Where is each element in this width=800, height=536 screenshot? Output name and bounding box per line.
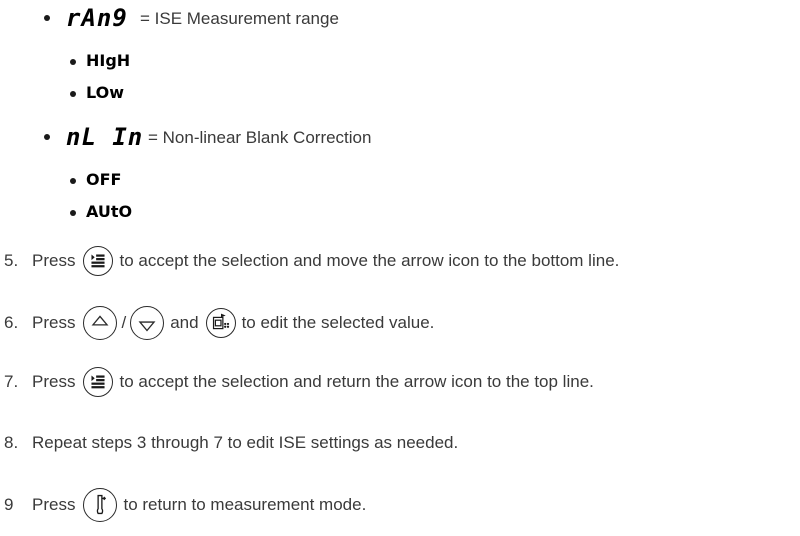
option-label-nonlinear: = Non-linear Blank Correction <box>148 128 372 147</box>
lcd-code-range: rAn9 <box>66 4 128 32</box>
step-text-before: Press <box>32 251 76 270</box>
bullet <box>70 91 76 97</box>
value-high: HIgH <box>86 51 131 70</box>
bullet <box>70 59 76 65</box>
step-8: 8. Repeat steps 3 through 7 to edit ISE … <box>4 433 458 453</box>
step-number: 7. <box>4 372 19 391</box>
step-text-before: Press <box>32 313 76 332</box>
bullet <box>44 15 50 21</box>
lcd-code-nonlinear: nL In <box>66 123 144 151</box>
step-text-after: to accept the selection and return the a… <box>119 372 594 391</box>
step-text-mid: and <box>170 313 199 332</box>
step-text: Repeat steps 3 through 7 to edit ISE set… <box>32 433 459 452</box>
value-auto: AUtO <box>86 202 133 221</box>
bullet <box>70 210 76 216</box>
bullet <box>44 134 50 140</box>
menu-list-icon <box>83 246 114 276</box>
down-arrow-icon <box>130 306 165 340</box>
step-5: 5. Press to accept the selection and mov… <box>4 246 619 276</box>
step-number: 8. <box>4 433 19 452</box>
value-off: OFF <box>86 170 122 189</box>
step-text-before: Press <box>32 495 76 514</box>
step-7: 7. Press to accept the selection and ret… <box>4 367 594 397</box>
step-number: 6. <box>4 313 19 332</box>
step-text-after: to return to measurement mode. <box>123 495 367 514</box>
step-text-before: Press <box>32 372 76 391</box>
slash: / <box>121 313 127 332</box>
step-number: 9 <box>4 495 14 514</box>
option-label-range: = ISE Measurement range <box>140 9 339 28</box>
calibration-icon <box>205 308 236 338</box>
menu-list-icon <box>83 367 114 397</box>
step-number: 5. <box>4 251 19 270</box>
step-text-after: to edit the selected value. <box>241 313 435 332</box>
probe-icon <box>83 488 118 522</box>
step-text-after: to accept the selection and move the arr… <box>119 251 620 270</box>
step-9: 9 Press to return to measurement mode. <box>4 488 366 522</box>
up-arrow-icon <box>83 306 118 340</box>
value-low: LOw <box>86 83 125 102</box>
bullet <box>70 178 76 184</box>
step-6: 6. Press / and to edit the selected valu… <box>4 306 434 340</box>
